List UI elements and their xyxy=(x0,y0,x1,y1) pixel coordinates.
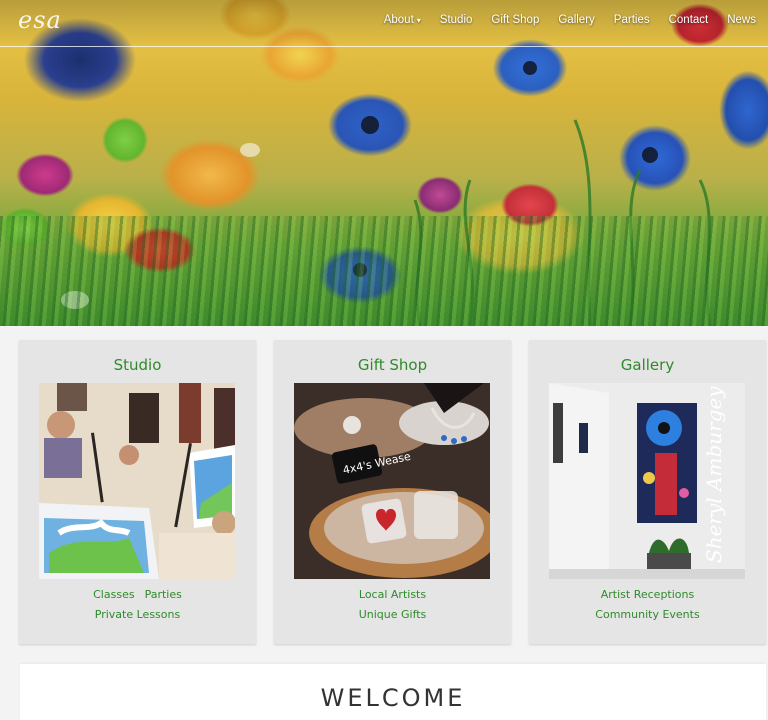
nav-contact[interactable]: Contact xyxy=(669,14,709,26)
link-community-events[interactable]: Community Events xyxy=(595,608,699,621)
studio-photo-art xyxy=(39,383,235,579)
link-artist-receptions[interactable]: Artist Receptions xyxy=(601,588,694,601)
nav-gallery[interactable]: Gallery xyxy=(558,14,594,26)
gift-shop-links: Local Artists Unique Gifts xyxy=(274,584,511,624)
link-unique-gifts[interactable]: Unique Gifts xyxy=(359,608,427,621)
site-logo[interactable]: esa xyxy=(18,6,62,34)
nav-about-label: About xyxy=(383,14,414,26)
studio-photo[interactable] xyxy=(39,383,235,579)
gallery-signature: Sheryl Amburgey xyxy=(702,386,726,563)
nav-news[interactable]: News xyxy=(727,14,756,26)
gift-shop-photo[interactable]: 4x4's Wease xyxy=(294,383,490,579)
gallery-card: Gallery Sheryl Amburgey Artist Reception… xyxy=(529,340,766,644)
chevron-down-icon: ▾ xyxy=(416,16,421,25)
welcome-section: WELCOME xyxy=(20,664,766,720)
nav-studio[interactable]: Studio xyxy=(440,14,473,26)
nav-about[interactable]: About ▾ xyxy=(384,14,421,26)
gift-shop-card-title[interactable]: Gift Shop xyxy=(274,356,511,374)
hero-banner xyxy=(0,0,768,326)
link-classes[interactable]: Classes xyxy=(93,588,134,601)
nav-parties[interactable]: Parties xyxy=(614,14,650,26)
link-private-lessons[interactable]: Private Lessons xyxy=(95,608,180,621)
hero-painting xyxy=(61,61,712,326)
gallery-photo[interactable]: Sheryl Amburgey xyxy=(549,383,745,579)
link-parties[interactable]: Parties xyxy=(145,588,182,601)
nav-gift-shop[interactable]: Gift Shop xyxy=(491,14,539,26)
gallery-photo-art: Sheryl Amburgey xyxy=(549,383,745,579)
welcome-heading: WELCOME xyxy=(320,684,466,712)
gallery-card-title[interactable]: Gallery xyxy=(529,356,766,374)
gallery-links: Artist Receptions Community Events xyxy=(529,584,766,624)
studio-links: Classes Parties Private Lessons xyxy=(19,584,256,624)
gift-shop-photo-art: 4x4's Wease xyxy=(294,383,490,579)
nav-divider xyxy=(0,46,768,47)
gift-shop-card: Gift Shop 4x4's Wease Local Artists Uniq… xyxy=(274,340,511,644)
studio-card-title[interactable]: Studio xyxy=(19,356,256,374)
main-nav: About ▾ Studio Gift Shop Gallery Parties … xyxy=(384,14,756,26)
studio-card: Studio Classes Parties Private Lessons xyxy=(19,340,256,644)
link-local-artists[interactable]: Local Artists xyxy=(359,588,426,601)
